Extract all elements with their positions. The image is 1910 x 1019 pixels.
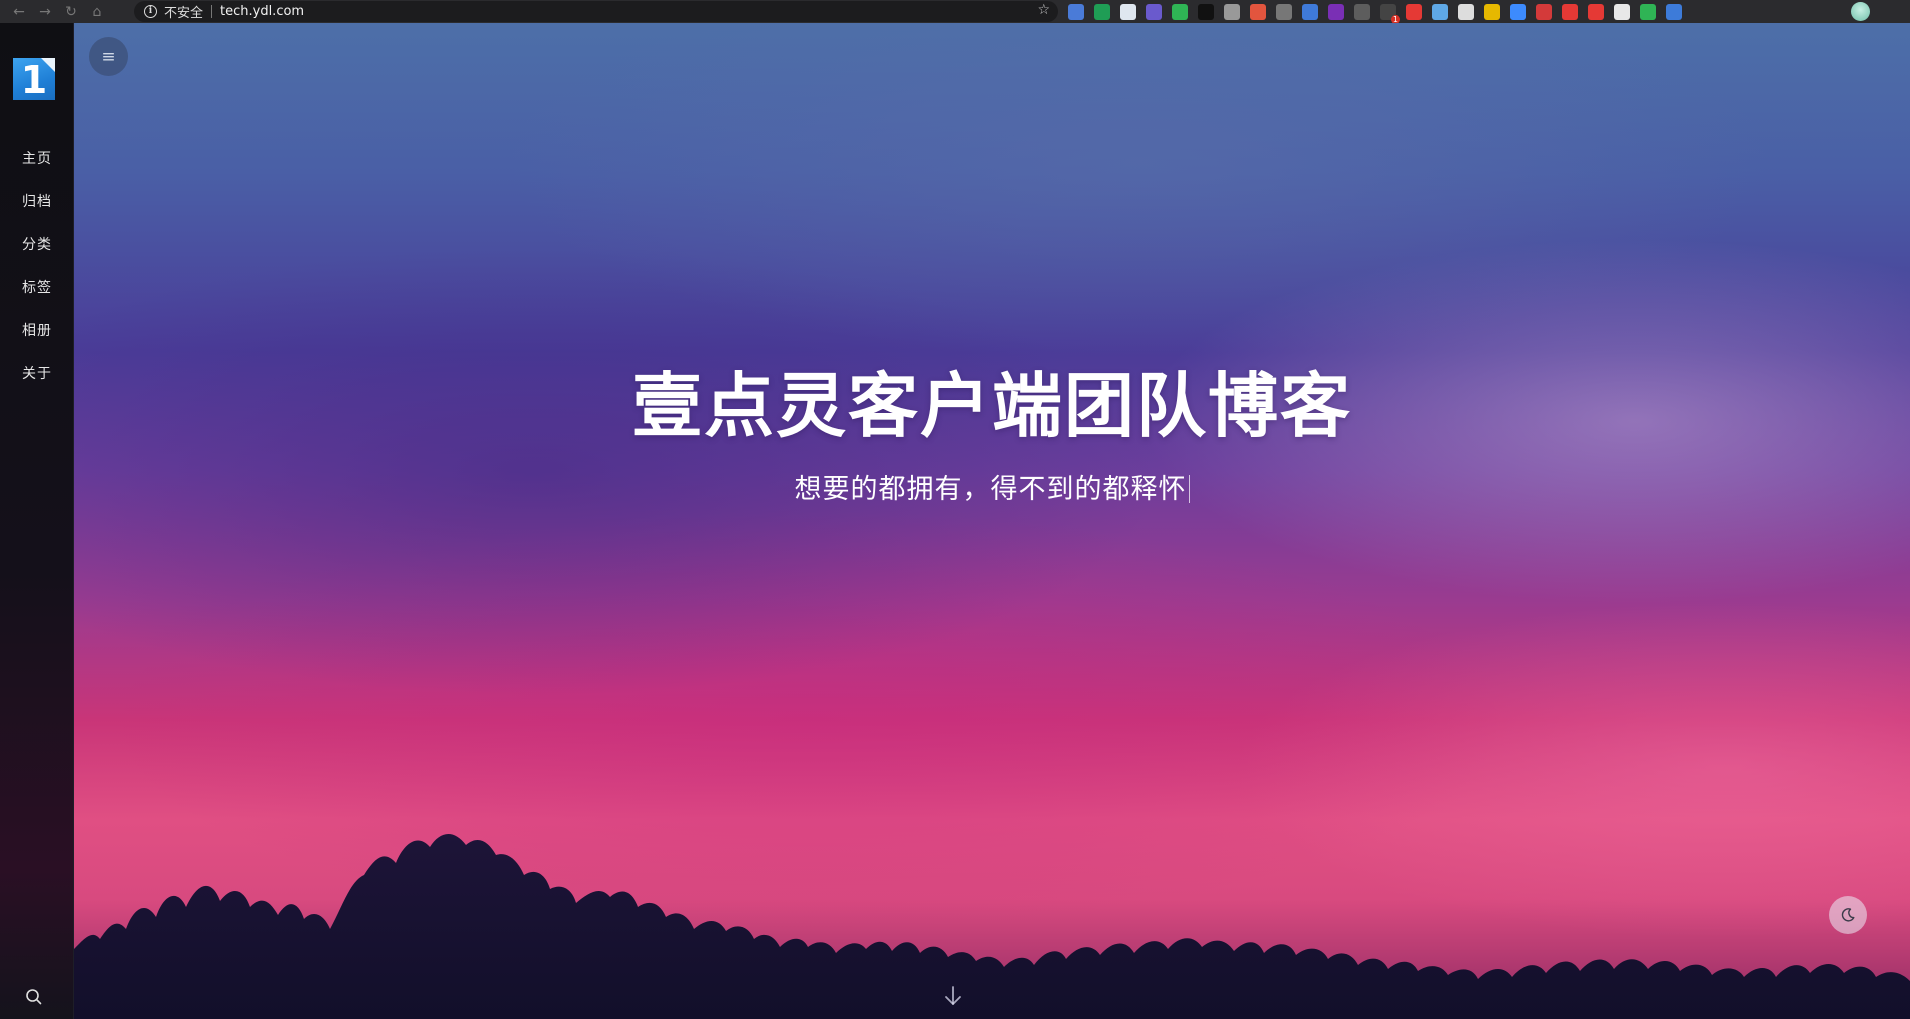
logo-fold	[41, 58, 55, 72]
sidebar-item-home[interactable]: 主页	[0, 138, 74, 181]
sidebar: 1 主页 归档 分类 标签 相册 关于	[0, 23, 74, 1019]
arrow-down-icon	[945, 986, 961, 1005]
pin-ext-icon[interactable]	[1302, 3, 1318, 20]
info-icon[interactable]: i	[144, 5, 157, 18]
subtitle-text: 想要的都拥有，得不到的都释怀	[794, 474, 1187, 505]
site-subtitle: 想要的都拥有，得不到的都释怀	[74, 467, 1910, 506]
treeline-silhouette	[74, 833, 1910, 1019]
k-ext-icon[interactable]	[1666, 3, 1682, 20]
cloud2-ext-icon[interactable]	[1614, 3, 1630, 20]
rp-ext-icon[interactable]	[1328, 3, 1344, 20]
sidebar-item-categories[interactable]: 分类	[0, 224, 74, 267]
menu-toggle-button[interactable]: ≡	[89, 37, 128, 76]
browser-toolbar: ← → ↻ ⌂ i 不安全 tech.ydl.com ☆ 1	[0, 0, 1910, 24]
feather-ext-icon[interactable]	[1536, 3, 1552, 20]
grid-ext-icon[interactable]	[1250, 3, 1266, 20]
camera-ext-icon[interactable]	[1276, 3, 1292, 20]
site-logo[interactable]: 1	[13, 58, 55, 100]
cursor-ext-icon[interactable]	[1224, 3, 1240, 20]
address-separator	[211, 5, 213, 18]
menu-icon: ≡	[101, 46, 116, 67]
profile-avatar[interactable]	[1851, 2, 1870, 21]
url-text[interactable]: tech.ydl.com	[220, 4, 304, 19]
search-icon[interactable]	[24, 987, 44, 1007]
stop-hand-ext-icon[interactable]	[1406, 3, 1422, 20]
cloud-ext-icon[interactable]	[1458, 3, 1474, 20]
sheet-ext-icon[interactable]	[1094, 3, 1110, 20]
sync-ext-icon[interactable]	[1640, 3, 1656, 20]
camera-badge-ext-icon[interactable]: 1	[1380, 3, 1400, 24]
bookmark-star-icon[interactable]: ☆	[1037, 2, 1050, 18]
gem-ext-icon[interactable]	[1120, 3, 1136, 20]
sidebar-item-albums[interactable]: 相册	[0, 310, 74, 353]
scroll-down-button[interactable]	[940, 983, 966, 1009]
extensions-tray: 1	[1068, 0, 1682, 24]
jh-ext-icon[interactable]	[1146, 3, 1162, 20]
back-icon[interactable]: ←	[6, 1, 32, 23]
moon-icon	[1841, 908, 1855, 922]
browser-nav-buttons: ← → ↻ ⌂	[0, 1, 132, 23]
theme-toggle-button[interactable]	[1829, 896, 1867, 934]
security-label[interactable]: 不安全	[164, 2, 203, 21]
sidebar-item-tags[interactable]: 标签	[0, 267, 74, 310]
wave-ext-icon[interactable]	[1510, 3, 1526, 20]
site-title: 壹点灵客户端团队博客	[632, 365, 1352, 447]
address-bar[interactable]: i 不安全 tech.ydl.com ☆	[134, 1, 1058, 22]
globe-ext-icon[interactable]	[1432, 3, 1448, 20]
typing-cursor	[1188, 475, 1190, 503]
dots-ext-icon[interactable]	[1562, 3, 1578, 20]
sidebar-item-about[interactable]: 关于	[0, 353, 74, 396]
x-ext-icon[interactable]	[1198, 3, 1214, 20]
sidebar-item-archives[interactable]: 归档	[0, 181, 74, 224]
home-icon[interactable]: ⌂	[84, 1, 110, 23]
chart-ext-icon[interactable]	[1354, 3, 1370, 20]
reload-icon[interactable]: ↻	[58, 1, 84, 23]
location-ext-icon[interactable]	[1588, 3, 1604, 20]
palette-ext-icon[interactable]	[1484, 3, 1500, 20]
forward-icon[interactable]: →	[32, 1, 58, 23]
hero-banner: ≡ 壹点灵客户端团队博客 想要的都拥有，得不到的都释怀	[74, 23, 1910, 1019]
evernote-ext-icon[interactable]	[1172, 3, 1188, 20]
sidebar-nav: 主页 归档 分类 标签 相册 关于	[0, 138, 74, 396]
translate-ext-icon[interactable]	[1068, 3, 1084, 20]
